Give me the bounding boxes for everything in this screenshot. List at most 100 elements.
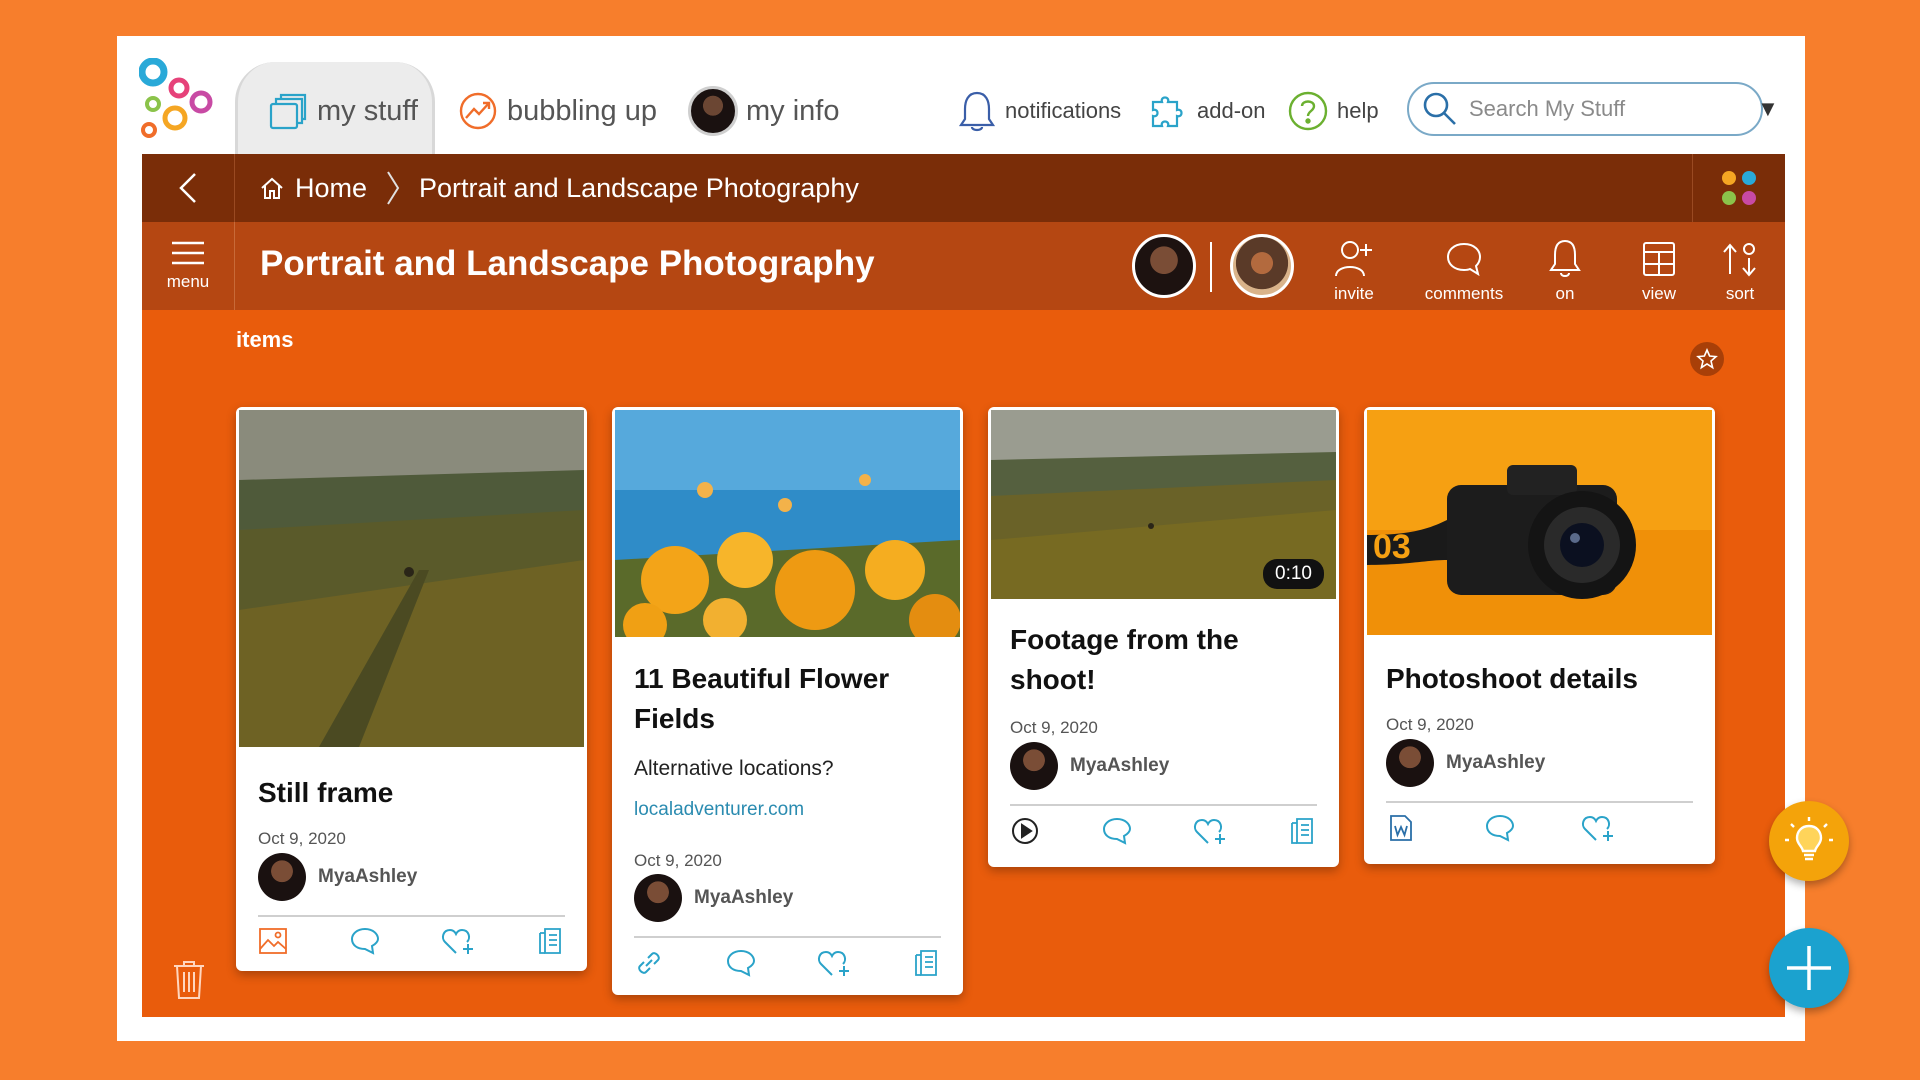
comments-button[interactable]: comments bbox=[1404, 232, 1524, 304]
comment-icon[interactable] bbox=[724, 948, 758, 978]
search-icon bbox=[1421, 90, 1459, 128]
divider bbox=[258, 915, 565, 917]
lightbulb-icon bbox=[1785, 817, 1833, 861]
comment-icon[interactable] bbox=[348, 926, 382, 956]
app-logo[interactable] bbox=[139, 58, 215, 144]
card-title: Still frame bbox=[258, 777, 394, 808]
tab-bubbling-up-label: bubbling up bbox=[507, 94, 657, 127]
card-link[interactable]: localadventurer.com bbox=[634, 799, 804, 821]
notifications-toggle-button[interactable]: on bbox=[1520, 232, 1610, 304]
comment-icon[interactable] bbox=[1483, 813, 1517, 843]
section-label: items bbox=[236, 327, 294, 352]
items-area: items Still frame Oct 9, 2020 MyaAshley bbox=[142, 310, 1785, 1017]
card-date: Oct 9, 2020 bbox=[634, 851, 722, 870]
add-on-label: add-on bbox=[1197, 98, 1266, 123]
add-item-button[interactable] bbox=[1769, 928, 1849, 1008]
star-icon bbox=[1696, 348, 1718, 370]
comments-label: comments bbox=[1424, 284, 1504, 303]
author-name: MyaAshley bbox=[318, 866, 418, 887]
plus-icon bbox=[1787, 946, 1831, 990]
item-card[interactable]: 03 Photoshoot details Oct 9, 2020 MyaAsh… bbox=[1364, 407, 1715, 864]
apps-button[interactable] bbox=[1692, 154, 1785, 222]
favorite-button[interactable] bbox=[1690, 342, 1724, 376]
like-icon[interactable] bbox=[817, 948, 851, 978]
svg-text:03: 03 bbox=[1373, 528, 1411, 566]
member-avatar[interactable] bbox=[1230, 234, 1294, 298]
card-title: 11 Beautiful Flower Fields bbox=[634, 663, 890, 734]
avatar bbox=[1010, 742, 1058, 790]
card-video-thumbnail[interactable]: 0:10 bbox=[991, 410, 1336, 599]
card-title: Photoshoot details bbox=[1386, 663, 1638, 694]
video-duration: 0:10 bbox=[1263, 559, 1324, 589]
author-name: MyaAshley bbox=[1446, 752, 1546, 773]
breadcrumb-home[interactable]: Home bbox=[259, 173, 367, 204]
play-icon[interactable] bbox=[1008, 816, 1042, 846]
card-title: Footage from the shoot! bbox=[1010, 624, 1239, 695]
sort-icon bbox=[1723, 243, 1756, 277]
trash-button[interactable] bbox=[171, 958, 207, 1007]
invite-button[interactable]: invite bbox=[1309, 232, 1399, 304]
help-icon bbox=[1287, 90, 1329, 132]
divider bbox=[634, 936, 941, 938]
author-name: MyaAshley bbox=[694, 887, 794, 908]
menu-button[interactable]: menu bbox=[142, 222, 235, 310]
item-card[interactable]: Still frame Oct 9, 2020 MyaAshley bbox=[236, 407, 587, 971]
tab-my-info[interactable]: my info bbox=[688, 86, 839, 136]
details-icon[interactable] bbox=[1285, 816, 1319, 846]
page-title: Portrait and Landscape Photography bbox=[260, 244, 875, 283]
divider bbox=[1010, 804, 1317, 806]
card-thumbnail-image: 03 bbox=[1367, 410, 1712, 635]
card-thumbnail-image bbox=[239, 410, 584, 747]
view-button[interactable]: view bbox=[1614, 232, 1704, 304]
comment-icon[interactable] bbox=[1100, 816, 1134, 846]
sort-button[interactable]: sort bbox=[1695, 232, 1785, 304]
add-user-icon bbox=[1335, 241, 1372, 277]
comment-icon bbox=[1446, 242, 1482, 277]
search-input[interactable] bbox=[1469, 96, 1757, 122]
chevron-right-icon bbox=[387, 171, 400, 205]
tab-my-stuff[interactable]: my stuff bbox=[267, 86, 418, 136]
card-description: Alternative locations? bbox=[634, 757, 834, 780]
item-card[interactable]: 0:10 Footage from the shoot! Oct 9, 2020… bbox=[988, 407, 1339, 867]
apps-dots-icon bbox=[1722, 171, 1756, 205]
invite-label: invite bbox=[1334, 284, 1374, 303]
like-icon[interactable] bbox=[1193, 816, 1227, 846]
notifications-label: notifications bbox=[1005, 98, 1122, 123]
card-author[interactable]: MyaAshley bbox=[1386, 739, 1545, 787]
notifications-button[interactable]: notifications bbox=[957, 86, 1121, 136]
item-card[interactable]: 11 Beautiful Flower Fields Alternative l… bbox=[612, 407, 963, 995]
word-doc-icon[interactable] bbox=[1384, 813, 1418, 843]
bell-icon bbox=[957, 89, 997, 133]
like-icon[interactable] bbox=[1581, 813, 1615, 843]
card-date: Oct 9, 2020 bbox=[1010, 718, 1098, 737]
card-thumbnail-image bbox=[615, 410, 960, 637]
card-author[interactable]: MyaAshley bbox=[634, 874, 793, 922]
tab-my-stuff-label: my stuff bbox=[317, 94, 418, 127]
details-icon[interactable] bbox=[533, 926, 567, 956]
back-button[interactable] bbox=[142, 154, 235, 222]
search-dropdown-arrow[interactable]: ▼ bbox=[1757, 96, 1779, 122]
chevron-left-icon bbox=[179, 173, 196, 203]
tab-bubbling-up[interactable]: bubbling up bbox=[457, 86, 657, 136]
folders-icon bbox=[267, 90, 309, 132]
ideas-button[interactable] bbox=[1769, 801, 1849, 881]
member-avatar[interactable] bbox=[1132, 234, 1196, 298]
card-author[interactable]: MyaAshley bbox=[1010, 742, 1169, 790]
bell-icon bbox=[1549, 239, 1581, 277]
card-author[interactable]: MyaAshley bbox=[258, 853, 417, 901]
home-icon bbox=[261, 177, 283, 199]
search-box[interactable]: ▼ bbox=[1407, 82, 1779, 136]
like-icon[interactable] bbox=[441, 926, 475, 956]
card-date: Oct 9, 2020 bbox=[1386, 715, 1474, 734]
image-icon[interactable] bbox=[256, 927, 290, 955]
trending-icon bbox=[457, 90, 499, 132]
card-actions bbox=[1008, 813, 1319, 849]
menu-label: menu bbox=[166, 272, 210, 291]
help-button[interactable]: help bbox=[1287, 86, 1379, 136]
sort-label: sort bbox=[1725, 284, 1755, 303]
details-icon[interactable] bbox=[909, 948, 943, 978]
add-on-button[interactable]: add-on bbox=[1147, 86, 1266, 136]
tab-my-info-label: my info bbox=[746, 94, 840, 127]
link-icon[interactable] bbox=[632, 948, 666, 978]
my-info-avatar bbox=[688, 86, 738, 136]
